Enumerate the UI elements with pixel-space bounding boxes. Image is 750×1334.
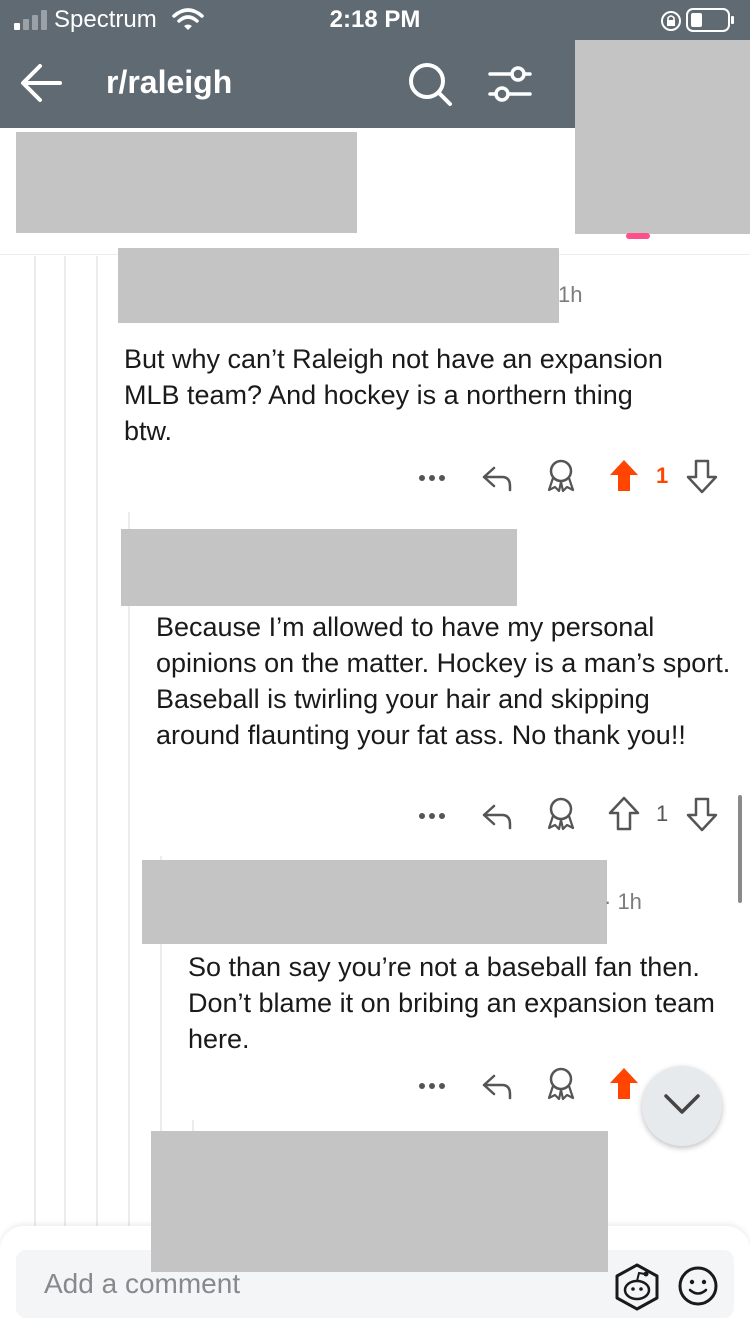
award-icon[interactable] — [544, 1066, 578, 1102]
comment-input-placeholder: Add a comment — [44, 1268, 241, 1299]
more-icon[interactable] — [418, 1082, 446, 1090]
subreddit-title[interactable]: r/raleigh — [106, 64, 232, 101]
comment-body: Because I’m allowed to have my personal … — [156, 612, 731, 750]
status-bar: Spectrum 2:18 PM — [0, 0, 750, 40]
reply-icon[interactable] — [480, 798, 514, 832]
battery-icon — [686, 8, 734, 32]
comment-actions: 1 — [414, 458, 734, 498]
comment-body: So than say you’re not a baseball fan th… — [188, 952, 715, 1054]
scroll-down-button[interactable] — [642, 1066, 722, 1146]
redacted-post-info — [16, 132, 357, 233]
more-icon[interactable] — [418, 812, 446, 820]
redacted-header-region — [575, 40, 750, 234]
upvote-icon[interactable] — [608, 458, 640, 494]
search-icon[interactable] — [406, 60, 454, 108]
chevron-down-icon — [664, 1094, 700, 1114]
scrollbar[interactable] — [738, 795, 742, 903]
thread-line — [34, 256, 36, 1226]
award-icon[interactable] — [544, 458, 578, 494]
vote-count: 1 — [656, 463, 669, 488]
comment-timestamp: · 1h — [604, 889, 642, 914]
filter-icon[interactable] — [486, 62, 534, 106]
snoo-icon[interactable] — [612, 1262, 662, 1312]
reply-icon[interactable] — [480, 1068, 514, 1102]
comment-timestamp: 1h — [558, 282, 583, 307]
clock: 2:18 PM — [329, 6, 421, 33]
vote-count: 1 — [656, 801, 669, 826]
back-arrow-icon[interactable] — [18, 60, 64, 106]
redacted-username — [142, 860, 607, 944]
emoji-icon[interactable] — [676, 1264, 720, 1308]
upvote-icon[interactable] — [608, 796, 640, 832]
award-icon[interactable] — [544, 796, 578, 832]
comment-body: But why can’t Raleigh not have an expans… — [124, 344, 663, 446]
rotation-lock-icon — [661, 11, 681, 31]
redacted-username — [151, 1131, 608, 1272]
thread-line — [128, 512, 130, 1226]
reply-icon[interactable] — [480, 460, 514, 494]
redacted-username — [121, 529, 517, 606]
comment-actions: 1 — [414, 796, 734, 836]
thread-line — [96, 256, 98, 1226]
redacted-username — [118, 248, 559, 323]
upvote-icon[interactable] — [608, 1066, 640, 1102]
more-icon[interactable] — [418, 474, 446, 482]
downvote-icon[interactable] — [686, 796, 718, 832]
thread-line — [64, 256, 66, 1226]
downvote-icon[interactable] — [686, 458, 718, 494]
highlight-mark — [626, 233, 650, 239]
